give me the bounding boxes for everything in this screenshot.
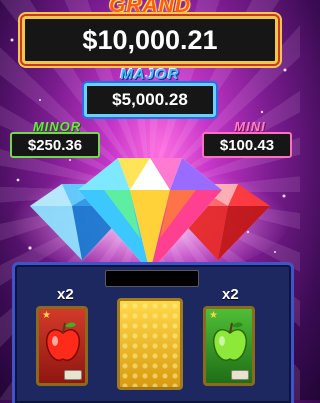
major-jackpot-value: $5,000.28 <box>84 83 216 117</box>
panel-status-bar <box>105 270 199 287</box>
red-apple-icon <box>45 322 81 361</box>
card-tab <box>64 370 82 380</box>
red-apple-card[interactable]: ★ <box>36 306 88 386</box>
grand-jackpot-value: $10,000.21 <box>22 16 278 64</box>
green-apple-card[interactable]: ★ <box>203 306 255 386</box>
right-card-multiplier: x2 <box>222 286 239 303</box>
major-jackpot-title: MAJOR <box>120 66 180 83</box>
card-tab <box>231 370 249 380</box>
diamond-cluster <box>0 148 300 278</box>
green-apple-icon <box>212 322 248 361</box>
diamond-gem-icon <box>10 158 290 276</box>
face-down-gold-card[interactable] <box>117 298 183 390</box>
left-card-multiplier: x2 <box>57 286 74 303</box>
